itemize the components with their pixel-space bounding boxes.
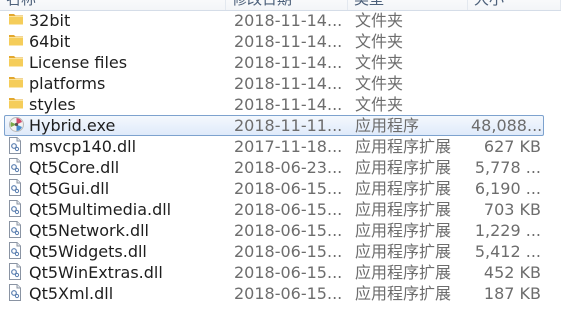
file-name: Qt5Core.dll bbox=[29, 158, 120, 177]
file-date: 2018-11-14... bbox=[234, 95, 343, 114]
file-type: 文件夹 bbox=[355, 95, 404, 114]
dll-file-icon bbox=[8, 158, 26, 177]
dll-file-icon bbox=[8, 179, 26, 198]
folder-icon bbox=[8, 74, 26, 93]
file-row[interactable]: Qt5Core.dll 2018-06-23... 应用程序扩展 5,778 ... bbox=[4, 157, 544, 178]
file-row[interactable]: Qt5Multimedia.dll 2018-06-15... 应用程序扩展 703 … bbox=[4, 199, 544, 220]
file-row[interactable]: msvcp140.dll 2017-11-18... 应用程序扩展 627 KB bbox=[4, 136, 544, 157]
column-header-date[interactable]: 修改日期 bbox=[226, 0, 348, 10]
file-date: 2018-11-14... bbox=[234, 74, 343, 93]
file-size: 452 KB bbox=[483, 263, 541, 282]
file-date: 2018-06-15... bbox=[234, 200, 343, 219]
file-row[interactable]: Qt5Widgets.dll 2018-06-15... 应用程序扩展 5,412 .… bbox=[4, 241, 544, 262]
file-row[interactable]: 64bit 2018-11-14... 文件夹 bbox=[4, 31, 544, 52]
file-size: 48,088... bbox=[471, 116, 541, 135]
file-date: 2018-06-15... bbox=[234, 284, 343, 303]
file-name: Qt5Widgets.dll bbox=[29, 242, 147, 261]
dll-file-icon bbox=[8, 137, 26, 156]
file-row[interactable]: styles 2018-11-14... 文件夹 bbox=[4, 94, 544, 115]
file-type: 应用程序扩展 bbox=[355, 137, 452, 156]
file-name: Qt5Multimedia.dll bbox=[29, 200, 172, 219]
file-name: Qt5WinExtras.dll bbox=[29, 263, 163, 282]
file-date: 2018-06-15... bbox=[234, 221, 343, 240]
folder-icon bbox=[8, 53, 26, 72]
file-size bbox=[471, 53, 541, 72]
file-size: 5,778 ... bbox=[474, 158, 541, 177]
file-name: styles bbox=[29, 95, 76, 114]
file-type: 应用程序扩展 bbox=[355, 263, 452, 282]
file-type: 文件夹 bbox=[355, 74, 404, 93]
file-size bbox=[471, 11, 541, 30]
file-date: 2018-06-15... bbox=[234, 263, 343, 282]
file-size: 6,190 ... bbox=[474, 179, 541, 198]
file-size: 187 KB bbox=[483, 284, 541, 303]
file-row[interactable]: Qt5Gui.dll 2018-06-15... 应用程序扩展 6,190 ... bbox=[4, 178, 544, 199]
file-row[interactable]: License files 2018-11-14... 文件夹 bbox=[4, 52, 544, 73]
file-name: 32bit bbox=[29, 11, 71, 30]
dll-file-icon bbox=[8, 263, 26, 282]
file-size bbox=[471, 32, 541, 51]
folder-icon bbox=[8, 11, 26, 30]
app-icon bbox=[8, 116, 26, 135]
folder-icon bbox=[8, 32, 26, 51]
file-name: Hybrid.exe bbox=[29, 116, 116, 135]
file-type: 应用程序扩展 bbox=[355, 284, 452, 303]
file-row[interactable]: Hybrid.exe 2018-11-11... 应用程序 48,088... bbox=[4, 115, 544, 136]
file-date: 2018-11-11... bbox=[234, 116, 343, 135]
file-type: 应用程序扩展 bbox=[355, 200, 452, 219]
file-date: 2018-06-15... bbox=[234, 242, 343, 261]
file-date: 2018-11-14... bbox=[234, 53, 343, 72]
file-row[interactable]: Qt5Xml.dll 2018-06-15... 应用程序扩展 187 KB bbox=[4, 283, 544, 304]
file-size bbox=[471, 74, 541, 93]
file-date: 2018-06-15... bbox=[234, 179, 343, 198]
file-type: 应用程序扩展 bbox=[355, 242, 452, 261]
file-size: 703 KB bbox=[483, 200, 541, 219]
file-row[interactable]: Qt5Network.dll 2018-06-15... 应用程序扩展 1,229 .… bbox=[4, 220, 544, 241]
dll-file-icon bbox=[8, 284, 26, 303]
file-name: Qt5Xml.dll bbox=[29, 284, 114, 303]
file-name: License files bbox=[29, 53, 128, 72]
file-row[interactable]: platforms 2018-11-14... 文件夹 bbox=[4, 73, 544, 94]
file-type: 文件夹 bbox=[355, 32, 404, 51]
file-size bbox=[471, 95, 541, 114]
folder-icon bbox=[8, 95, 26, 114]
file-size: 627 KB bbox=[483, 137, 541, 156]
dll-file-icon bbox=[8, 200, 26, 219]
column-header-name[interactable]: 名称 bbox=[0, 0, 226, 10]
file-type: 应用程序扩展 bbox=[355, 179, 452, 198]
file-name: Qt5Gui.dll bbox=[29, 179, 110, 198]
dll-file-icon bbox=[8, 221, 26, 240]
file-type: 文件夹 bbox=[355, 11, 404, 30]
column-header-type[interactable]: 类型 bbox=[348, 0, 468, 10]
file-date: 2018-11-14... bbox=[234, 32, 343, 51]
file-row[interactable]: Qt5WinExtras.dll 2018-06-15... 应用程序扩展 452 K… bbox=[4, 262, 544, 283]
dll-file-icon bbox=[8, 242, 26, 261]
file-date: 2018-06-23... bbox=[234, 158, 343, 177]
file-date: 2018-11-14... bbox=[234, 11, 343, 30]
file-type: 应用程序扩展 bbox=[355, 158, 452, 177]
file-size: 1,229 ... bbox=[474, 221, 541, 240]
file-date: 2017-11-18... bbox=[234, 137, 343, 156]
file-type: 应用程序 bbox=[355, 116, 420, 135]
file-type: 应用程序扩展 bbox=[355, 221, 452, 240]
file-size: 5,412 ... bbox=[474, 242, 541, 261]
file-name: platforms bbox=[29, 74, 106, 93]
file-type: 文件夹 bbox=[355, 53, 404, 72]
file-name: 64bit bbox=[29, 32, 71, 51]
file-name: Qt5Network.dll bbox=[29, 221, 149, 240]
column-header-size[interactable]: 大小 bbox=[468, 0, 561, 10]
file-name: msvcp140.dll bbox=[29, 137, 137, 156]
file-row[interactable]: 32bit 2018-11-14... 文件夹 bbox=[4, 10, 544, 31]
